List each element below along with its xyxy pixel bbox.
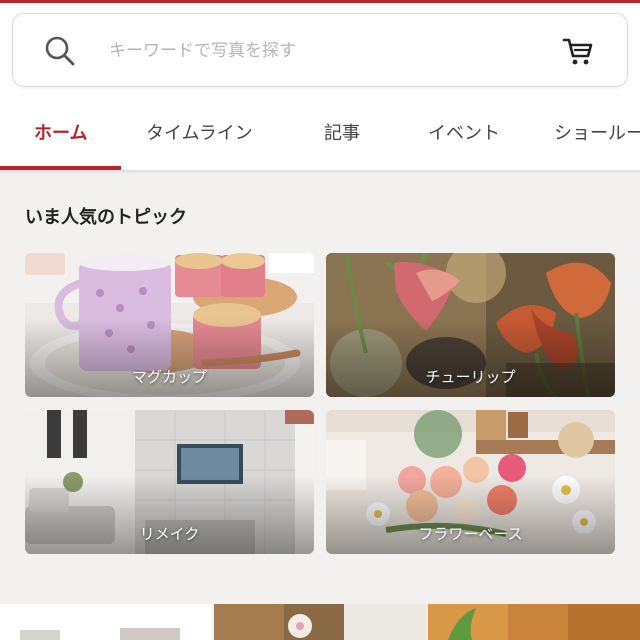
feed-photo[interactable] bbox=[214, 604, 426, 640]
topic-card-remake[interactable]: リメイク bbox=[25, 410, 314, 554]
search-input[interactable] bbox=[109, 34, 529, 68]
topic-label: マグカップ bbox=[131, 368, 207, 386]
tab-events[interactable]: イベント bbox=[428, 98, 500, 170]
section-title: いま人気のトピック bbox=[25, 207, 187, 228]
photo-feed-strip bbox=[0, 604, 640, 640]
tab-timeline[interactable]: タイムライン bbox=[146, 98, 253, 170]
app-header: ホーム タイムライン 記事 イベント ショールーム bbox=[0, 3, 640, 170]
feed-photo[interactable] bbox=[428, 604, 640, 640]
nav-tabs: ホーム タイムライン 記事 イベント ショールーム bbox=[0, 98, 640, 170]
cart-icon[interactable] bbox=[561, 34, 595, 68]
tab-home[interactable]: ホーム bbox=[34, 98, 87, 170]
tab-showroom[interactable]: ショールーム bbox=[554, 98, 640, 170]
tab-articles[interactable]: 記事 bbox=[324, 98, 360, 170]
topic-label: フラワーベース bbox=[418, 525, 523, 543]
header-shadow bbox=[0, 170, 640, 174]
topic-card-mug[interactable]: マグカップ bbox=[25, 253, 314, 397]
search-bar[interactable] bbox=[12, 13, 628, 87]
search-icon[interactable] bbox=[43, 34, 77, 68]
feed-photo[interactable] bbox=[0, 604, 212, 640]
topic-card-flower-vase[interactable]: フラワーベース bbox=[326, 410, 615, 554]
topic-label: リメイク bbox=[139, 525, 200, 543]
topic-label: チューリップ bbox=[425, 368, 516, 386]
topic-card-tulip[interactable]: チューリップ bbox=[326, 253, 615, 397]
